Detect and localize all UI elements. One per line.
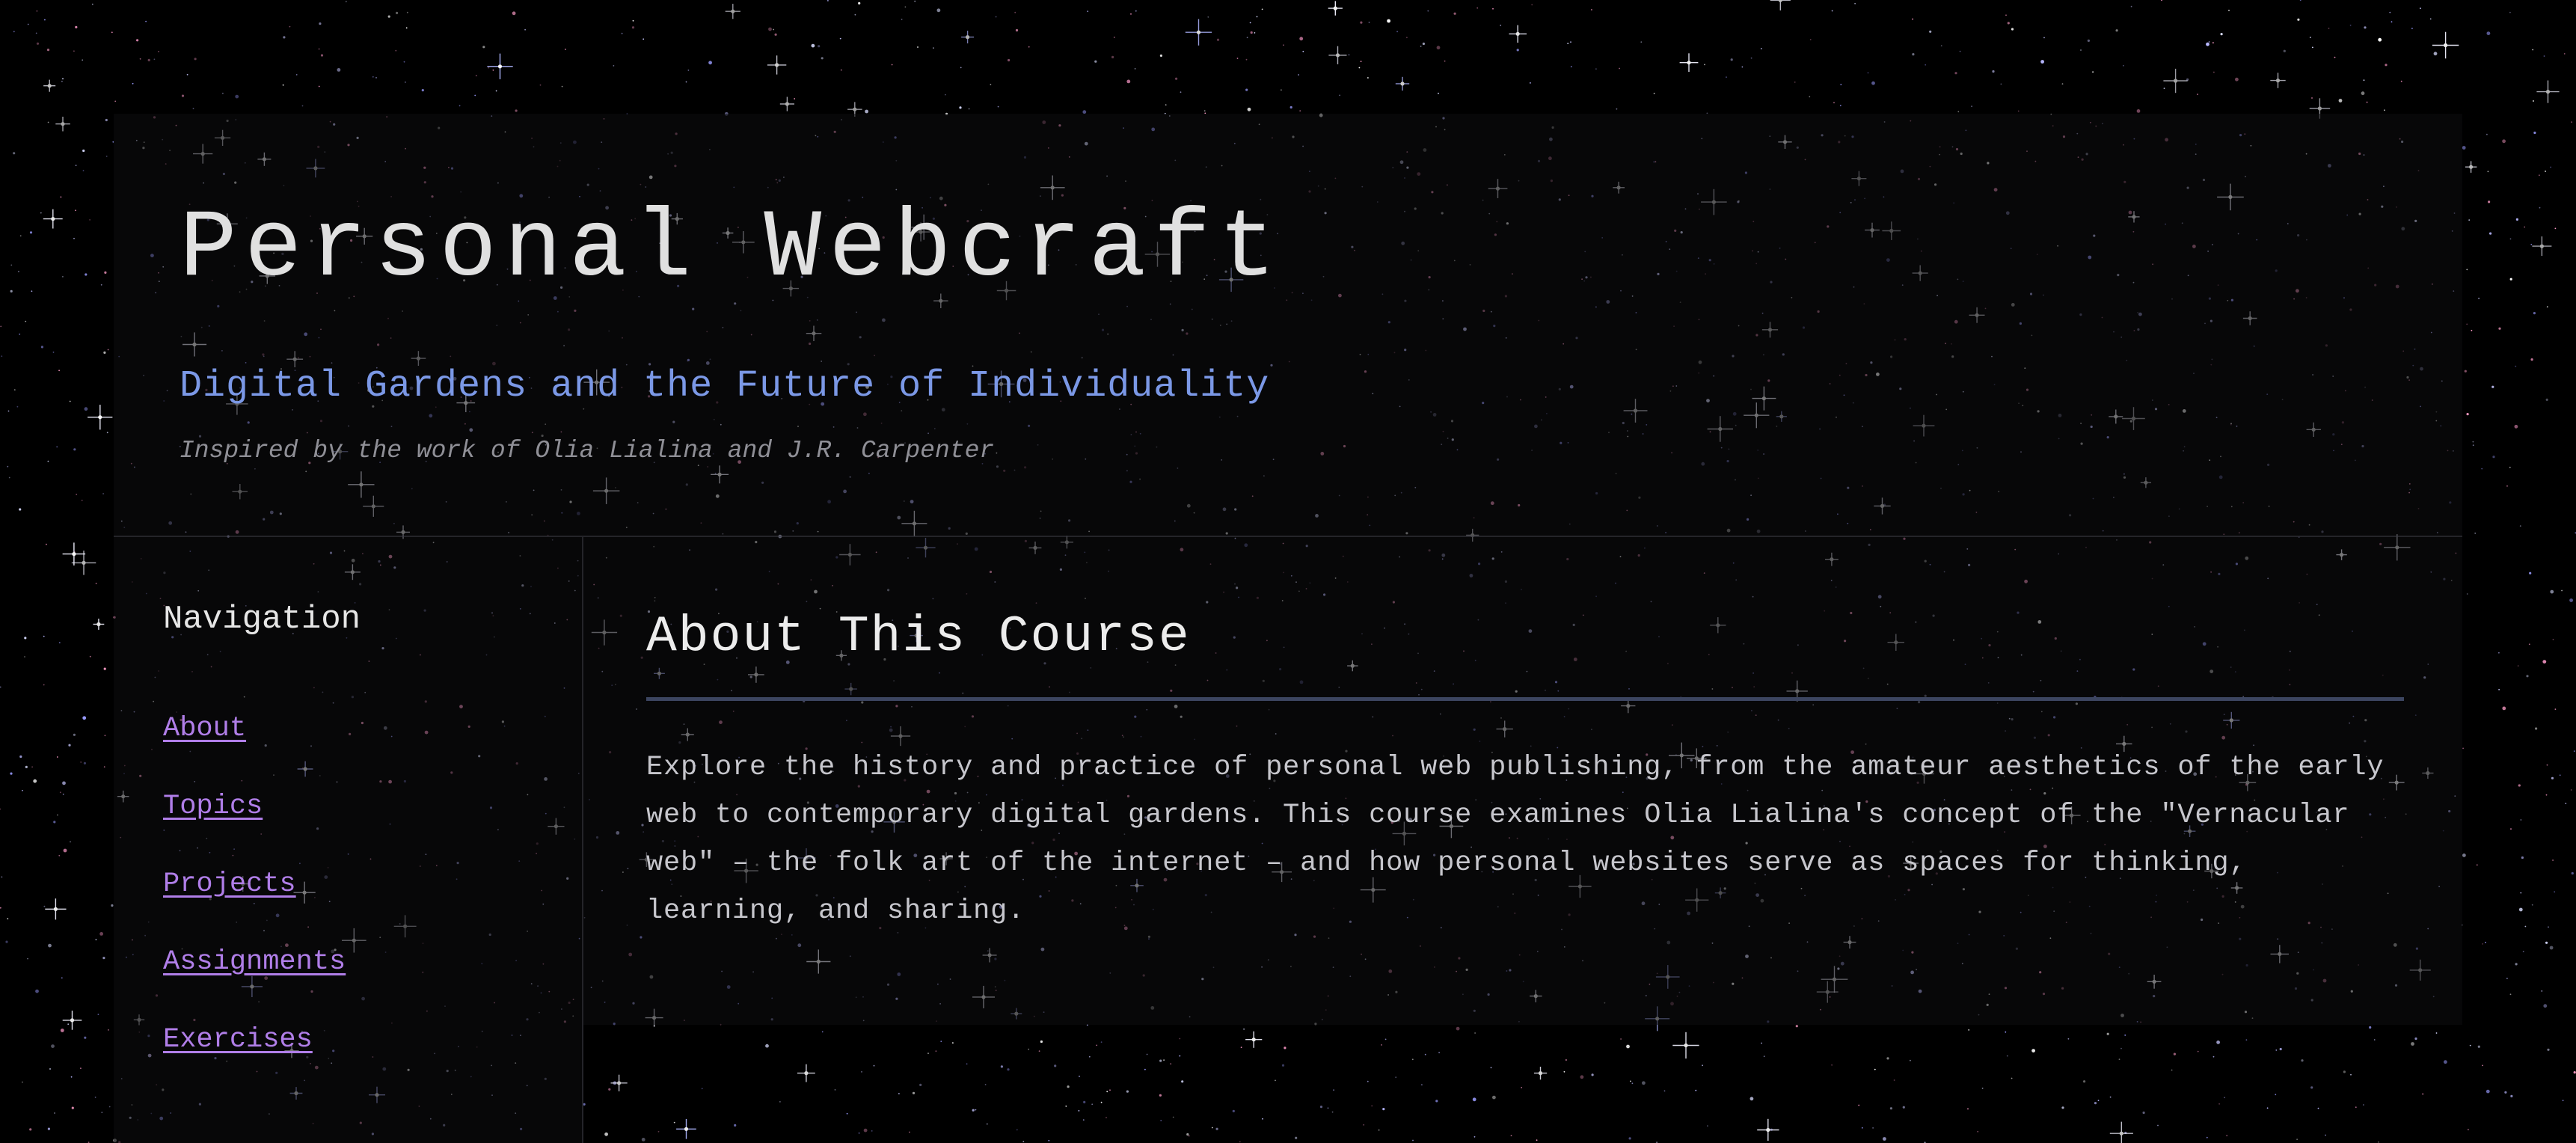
nav-link-exercises[interactable]: Exercises — [163, 1026, 313, 1054]
main-content: About This Course Explore the history an… — [583, 537, 2462, 1025]
site-subtitle: Digital Gardens and the Future of Indivi… — [180, 365, 1270, 408]
navigation-heading: Navigation — [163, 601, 361, 638]
nav-link-about[interactable]: About — [163, 715, 246, 743]
page-container: Personal Webcraft Digital Gardens and th… — [114, 114, 2462, 1143]
section-description: Explore the history and practice of pers… — [646, 752, 2385, 927]
site-title: Personal Webcraft — [180, 195, 1284, 304]
section-title: About This Course — [646, 608, 1191, 666]
nav-link-assignments[interactable]: Assignments — [163, 949, 346, 976]
section-divider — [646, 697, 2404, 701]
nav-link-topics[interactable]: Topics — [163, 793, 263, 821]
site-credit: Inspired by the work of Olia Lialina and… — [180, 437, 995, 465]
nav-link-projects[interactable]: Projects — [163, 871, 296, 898]
site-header: Personal Webcraft Digital Gardens and th… — [114, 114, 2462, 537]
sidebar-navigation: Navigation About Topics Projects Assignm… — [114, 537, 583, 1143]
